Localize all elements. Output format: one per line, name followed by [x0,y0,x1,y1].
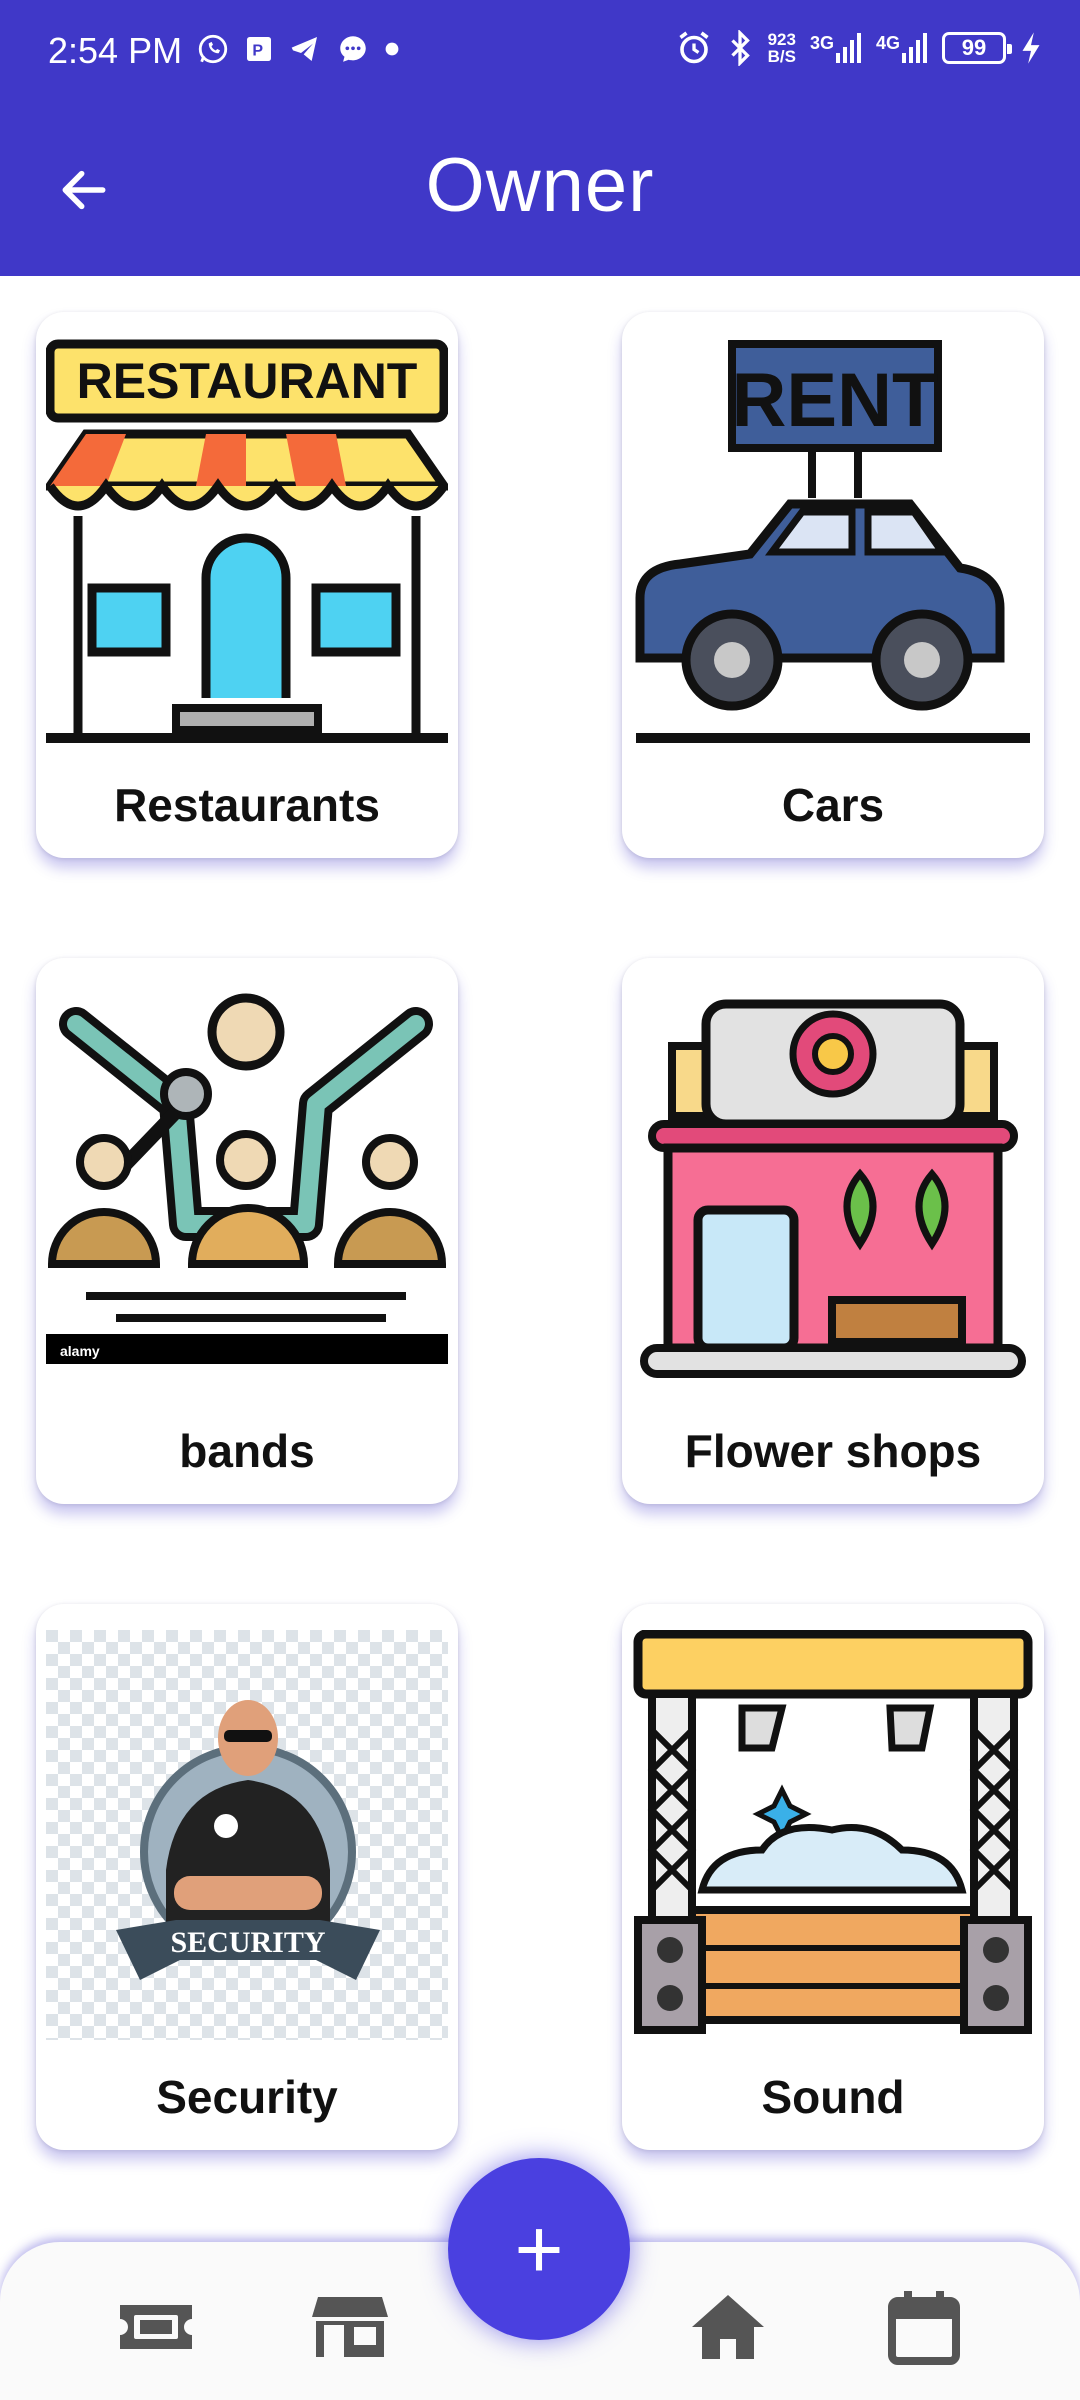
car-rent-illustration: RENT [635,340,1030,743]
calendar-icon [888,2291,960,2365]
category-label: Sound [761,2071,905,2123]
signal-4g: 4G [876,33,928,63]
category-label: Restaurants [114,779,380,831]
app-bar: 2:54 PM P 923 B/S 3G 4G 99 Owner [0,0,1080,276]
category-label: bands [179,1425,315,1477]
band-watermark-text: alamy [60,1343,100,1359]
store-icon [312,2297,388,2357]
nav-home[interactable] [680,2282,776,2372]
flower-shop-illustration [640,999,1026,1378]
category-label: Cars [781,779,885,831]
nav-calendar[interactable] [876,2282,972,2372]
messenger-icon [340,36,366,62]
network-type-2: 4G [875,33,900,53]
notification-icons: P [196,32,400,66]
stage-sound-illustration [633,1630,1033,2034]
page-title: Owner [425,143,655,228]
restaurant-illustration: RESTAURANT [46,339,448,743]
band-illustration: alamy [46,993,448,1364]
nav-tickets[interactable] [108,2282,204,2372]
whatsapp-icon [198,34,228,64]
category-card-security[interactable]: SECURITY Security [36,1604,458,2150]
signal-bars-icon [902,33,927,63]
battery-level: 99 [961,35,987,60]
net-speed: 923 B/S [768,31,796,65]
category-card-restaurants[interactable]: RESTAURANT Restaurants [36,312,458,858]
system-icons: 923 B/S 3G 4G 99 [676,30,1042,66]
category-card-cars[interactable]: RENT Cars [622,312,1044,858]
net-speed-value: 923 [767,30,796,49]
signal-bars-icon [835,33,861,63]
bluetooth-icon [730,30,750,66]
category-label: Security [156,2071,338,2123]
status-time: 2:54 PM [48,30,183,71]
security-banner-text: SECURITY [170,1926,325,1959]
category-card-sound[interactable]: Sound [622,1604,1044,2150]
svg-text:P: P [252,43,263,60]
security-guard-illustration: SECURITY [46,1630,448,2040]
signal-3g: 3G [810,33,862,63]
battery-indicator: 99 [942,32,1012,64]
dot-icon [385,42,399,56]
home-icon [692,2295,764,2359]
charging-icon [1022,32,1040,64]
add-button[interactable]: + [448,2158,630,2340]
plus-icon: + [514,2202,564,2296]
publisher-icon: P [247,37,271,61]
net-speed-unit: B/S [767,47,796,66]
status-bar: 2:54 PM P 923 B/S 3G 4G 99 [0,0,1080,110]
nav-store[interactable] [302,2282,398,2372]
telegram-icon [291,37,317,61]
category-label: Flower shops [684,1425,982,1477]
ticket-icon [120,2305,192,2349]
network-type-1: 3G [809,33,834,53]
category-card-bands[interactable]: alamy bands [36,958,458,1504]
alarm-icon [679,31,709,64]
rent-sign-text: RENT [732,358,939,443]
category-card-flower-shops[interactable]: Flower shops [622,958,1044,1504]
restaurant-sign-text: RESTAURANT [77,353,418,409]
